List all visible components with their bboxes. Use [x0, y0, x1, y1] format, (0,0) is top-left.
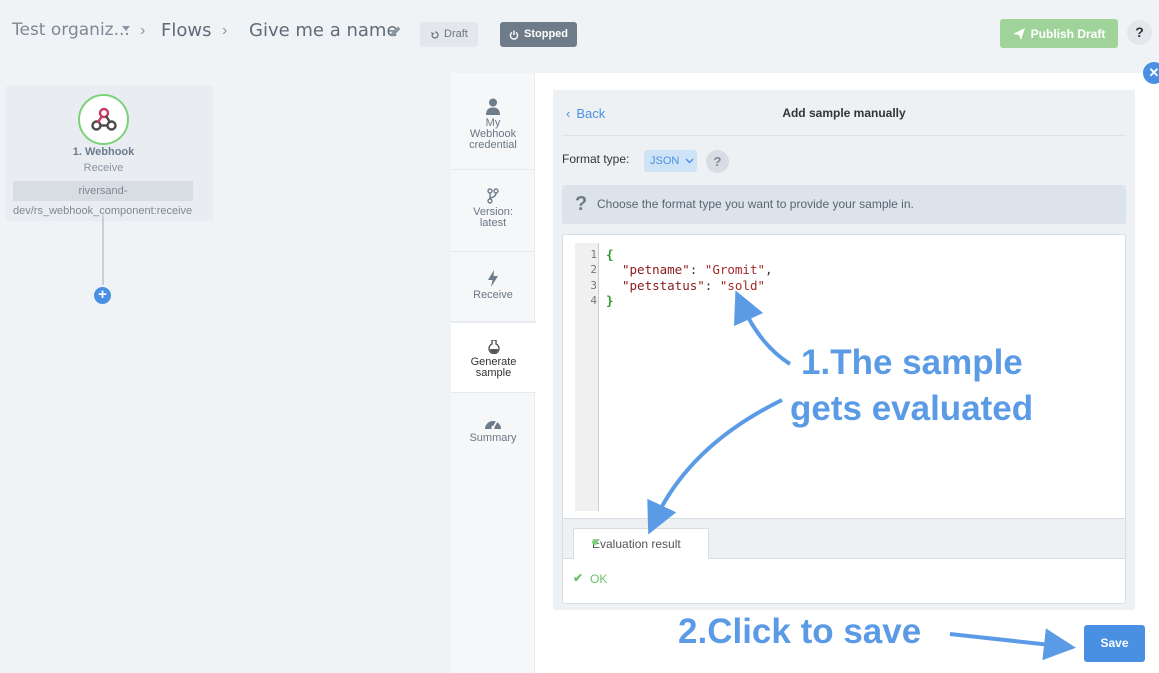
paper-plane-icon	[1012, 27, 1025, 40]
question-icon: ?	[575, 193, 588, 215]
node-component-label: riversand-	[13, 181, 193, 201]
add-step-button[interactable]: +	[94, 287, 111, 304]
help-button[interactable]: ?	[1127, 20, 1152, 45]
tab-credential[interactable]: My Webhook credential	[451, 90, 535, 170]
check-icon: ✔	[573, 571, 584, 585]
json-key: "petname"	[622, 262, 690, 277]
json-value: "Gromit"	[704, 262, 766, 277]
code-line[interactable]: "petstatus": "sold"	[622, 278, 765, 293]
breadcrumb-chevron-icon: ›	[222, 22, 228, 39]
line-number: 4	[590, 294, 597, 307]
format-value: JSON	[650, 155, 680, 167]
pencil-icon[interactable]	[390, 25, 402, 37]
content-title: Add sample manually	[782, 106, 906, 120]
webhook-node[interactable]	[78, 94, 129, 145]
flow-name[interactable]: Give me a name	[249, 20, 398, 41]
tab-generate-label: Generate sample	[470, 356, 517, 379]
close-panel-button[interactable]: ✕	[1143, 62, 1159, 84]
save-button[interactable]: Save	[1084, 625, 1145, 662]
line-number: 1	[590, 248, 597, 261]
node-connector	[102, 215, 104, 285]
webhook-icon	[90, 107, 117, 131]
stopped-label: Stopped	[524, 28, 568, 40]
evaluation-status: OK	[590, 572, 608, 586]
breadcrumb-chevron-icon: ›	[140, 22, 146, 39]
tab-generate-sample[interactable]: Generate sample	[451, 322, 536, 393]
node-subtitle: Receive	[83, 162, 124, 174]
tab-receive-label: Receive	[473, 289, 513, 301]
code-line[interactable]: {	[606, 247, 614, 262]
chevron-left-icon: ‹	[566, 106, 571, 121]
history-icon	[431, 30, 439, 39]
json-trail: ,	[765, 262, 773, 277]
info-text: Choose the format type you want to provi…	[597, 197, 914, 211]
annotation-text: 2.Click to save	[678, 612, 922, 651]
branch-icon	[487, 188, 499, 204]
format-help-icon[interactable]: ?	[706, 150, 729, 173]
annotation-text: 1.The sample	[801, 343, 1023, 382]
gauge-icon	[485, 420, 501, 430]
json-key: "petstatus"	[622, 278, 705, 293]
user-icon	[486, 98, 500, 115]
format-type-label: Format type:	[562, 152, 630, 166]
tab-receive[interactable]: Receive	[451, 252, 535, 322]
tab-version[interactable]: Version: latest	[451, 170, 535, 252]
caret-down-icon[interactable]	[122, 26, 130, 31]
breadcrumb-flows[interactable]: Flows	[161, 20, 211, 41]
tab-summary[interactable]: Summary	[451, 393, 535, 455]
draft-label: Draft	[444, 28, 468, 40]
format-type-select[interactable]: JSON	[644, 150, 697, 172]
publish-label: Publish Draft	[1030, 26, 1106, 41]
flask-icon	[487, 340, 500, 354]
code-line[interactable]: "petname": "Gromit",	[622, 262, 773, 277]
back-link[interactable]: ‹ Back	[566, 106, 605, 121]
org-selector[interactable]: Test organiz...	[12, 20, 130, 40]
line-number: 2	[590, 263, 597, 276]
node-title: 1. Webhook	[72, 146, 135, 158]
back-label: Back	[576, 106, 606, 121]
tab-summary-label: Summary	[469, 432, 517, 444]
json-value: "sold"	[719, 278, 766, 293]
status-dot-icon	[592, 539, 598, 545]
bolt-icon	[488, 270, 498, 287]
divider	[562, 135, 1126, 136]
stopped-badge[interactable]: Stopped	[500, 22, 577, 47]
chevron-down-icon	[685, 158, 694, 164]
draft-badge[interactable]: Draft	[420, 22, 478, 47]
code-line[interactable]: }	[606, 293, 614, 308]
publish-draft-button[interactable]: Publish Draft	[1000, 19, 1118, 48]
annotation-text: gets evaluated	[790, 389, 1034, 428]
top-bar: Test organiz... › Flows › Give me a name…	[0, 0, 1159, 64]
power-icon	[509, 30, 519, 40]
line-number: 3	[590, 279, 597, 292]
tab-version-label: Version: latest	[473, 206, 513, 229]
tab-credential-label: My Webhook credential	[469, 117, 517, 151]
